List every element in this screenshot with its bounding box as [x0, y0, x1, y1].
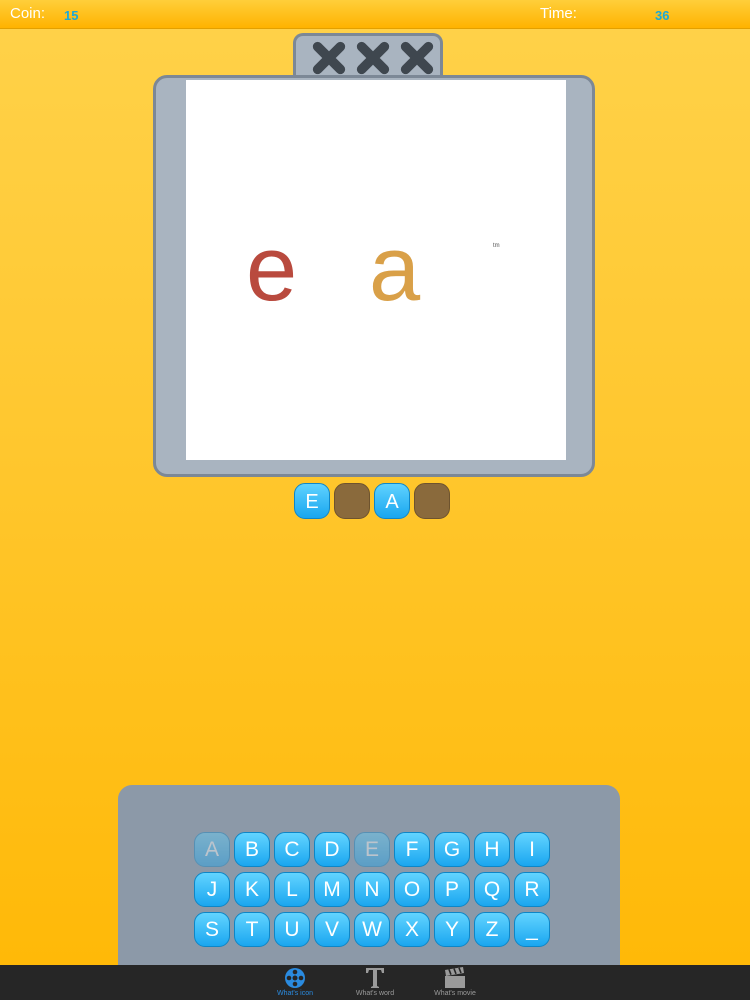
key-underscore[interactable]: _: [514, 912, 550, 947]
x-strike-icon: [400, 41, 434, 75]
answer-slot-filled[interactable]: E: [294, 483, 330, 519]
tab-label: What's icon: [277, 990, 313, 997]
time-label: Time:: [540, 5, 577, 22]
key-v[interactable]: V: [314, 912, 350, 947]
key-j[interactable]: J: [194, 872, 230, 907]
tab-whats-word[interactable]: What's word: [330, 965, 420, 1000]
puzzle-letter-e: e: [246, 218, 298, 320]
top-status-bar: Coin: 15 Time: 36: [0, 0, 750, 29]
key-s[interactable]: S: [194, 912, 230, 947]
key-q[interactable]: Q: [474, 872, 510, 907]
answer-slot-filled[interactable]: A: [374, 483, 410, 519]
key-b[interactable]: B: [234, 832, 270, 867]
strikes-tab: [293, 33, 443, 81]
key-e[interactable]: E: [354, 832, 390, 867]
letter-keyboard: A B C D E F G H I J K L M N O P Q R S T U V W X Y Z _: [118, 785, 620, 965]
time-value: 36: [655, 8, 670, 23]
key-g[interactable]: G: [434, 832, 470, 867]
key-u[interactable]: U: [274, 912, 310, 947]
tab-whats-icon[interactable]: What's icon: [250, 965, 340, 1000]
key-m[interactable]: M: [314, 872, 350, 907]
key-z[interactable]: Z: [474, 912, 510, 947]
key-r[interactable]: R: [514, 872, 550, 907]
tab-label: What's movie: [434, 990, 476, 997]
text-t-icon: [366, 968, 384, 988]
tab-whats-movie[interactable]: What's movie: [410, 965, 500, 1000]
puzzle-letter-a: a: [369, 218, 421, 320]
coin-label: Coin:: [10, 5, 46, 22]
x-strike-icon: [312, 41, 346, 75]
key-p[interactable]: P: [434, 872, 470, 907]
key-o[interactable]: O: [394, 872, 430, 907]
key-n[interactable]: N: [354, 872, 390, 907]
key-w[interactable]: W: [354, 912, 390, 947]
key-f[interactable]: F: [394, 832, 430, 867]
key-h[interactable]: H: [474, 832, 510, 867]
key-y[interactable]: Y: [434, 912, 470, 947]
answer-slot-empty[interactable]: [414, 483, 450, 519]
key-x[interactable]: X: [394, 912, 430, 947]
trademark-mark: tm: [493, 243, 500, 249]
coin-value: 15: [64, 8, 79, 23]
tab-label: What's word: [355, 990, 395, 997]
key-d[interactable]: D: [314, 832, 350, 867]
film-reel-icon: [285, 968, 305, 988]
key-c[interactable]: C: [274, 832, 310, 867]
key-i[interactable]: I: [514, 832, 550, 867]
bottom-tab-bar: What's icon What's word What's movie: [0, 965, 750, 1000]
answer-slot-empty[interactable]: [334, 483, 370, 519]
key-a[interactable]: A: [194, 832, 230, 867]
key-l[interactable]: L: [274, 872, 310, 907]
key-t[interactable]: T: [234, 912, 270, 947]
clapperboard-icon: [445, 967, 465, 988]
x-strike-icon: [356, 41, 390, 75]
puzzle-panel: e a tm: [153, 75, 595, 477]
puzzle-image: e a tm: [186, 80, 566, 460]
key-k[interactable]: K: [234, 872, 270, 907]
